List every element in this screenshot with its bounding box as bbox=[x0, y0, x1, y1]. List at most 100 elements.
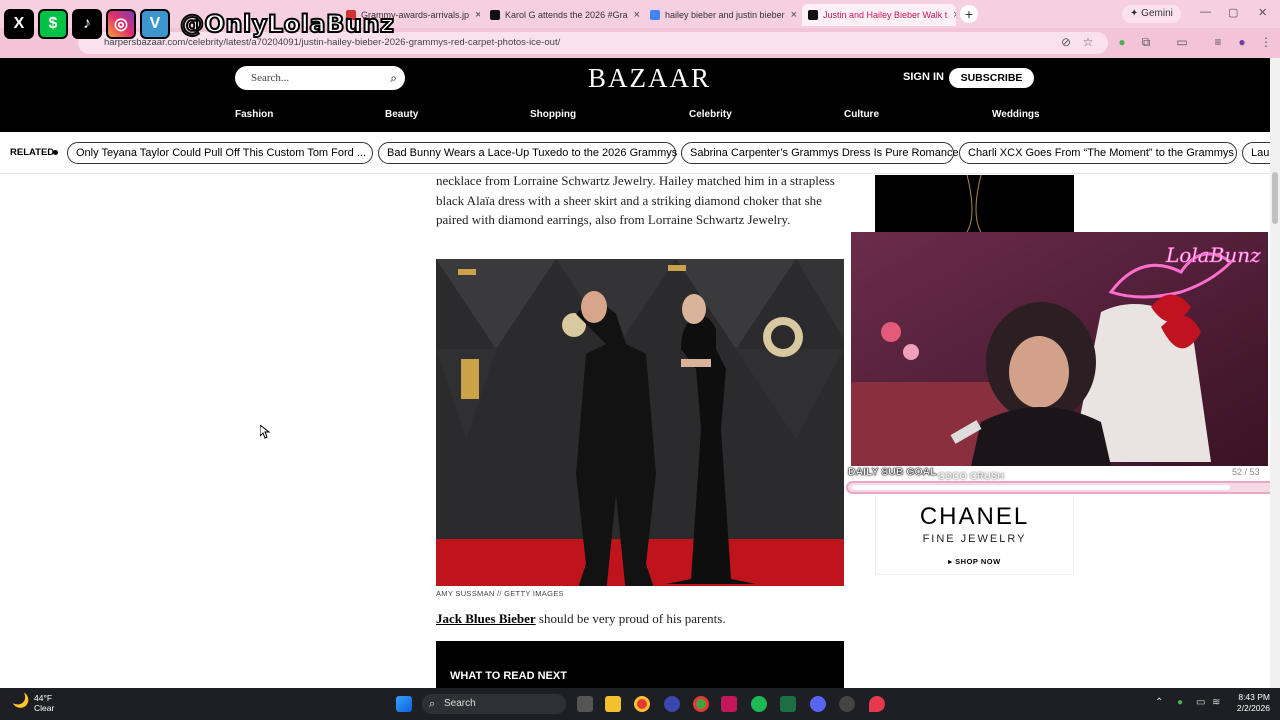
related-link-3[interactable]: Sabrina Carpenter’s Grammys Dress Is Pur… bbox=[681, 142, 959, 164]
tab-favicon bbox=[650, 10, 660, 20]
necklace-image bbox=[966, 174, 982, 233]
browser-tab-4[interactable]: Justin and Hailey Bieber Walk t × bbox=[802, 4, 956, 26]
windows-start-icon[interactable] bbox=[396, 696, 412, 712]
tab-title: hailey bieber and justin bieber bbox=[665, 10, 785, 20]
tab-close-icon[interactable]: × bbox=[947, 9, 956, 21]
paragraph-text: should be very proud of his parents. bbox=[535, 611, 726, 626]
tray-chevron-icon[interactable]: ⌃ bbox=[1155, 697, 1163, 708]
clock-date: 2/2/2026 bbox=[1236, 703, 1270, 713]
search-icon[interactable]: ⌕ bbox=[390, 66, 397, 90]
ad-subtitle: FINE JEWELRY bbox=[922, 533, 1027, 545]
nav-beauty[interactable]: Beauty bbox=[385, 109, 418, 120]
sub-goal-count: 52 / 53 bbox=[1232, 467, 1260, 477]
related-link-2[interactable]: Bad Bunny Wears a Lace-Up Tuxedo to the … bbox=[378, 142, 677, 164]
photo-credit: AMY SUSSMAN // GETTY IMAGES bbox=[436, 589, 564, 598]
ad-shop-now-link[interactable]: ▸ SHOP NOW bbox=[876, 557, 1073, 566]
subscribe-button[interactable]: SUBSCRIBE bbox=[949, 68, 1034, 88]
search-icon: ⌕ bbox=[429, 698, 436, 710]
downloads-icon[interactable]: ≡ bbox=[1210, 34, 1226, 50]
eye-off-icon[interactable]: ⊘ bbox=[1058, 34, 1074, 50]
minimize-icon[interactable]: — bbox=[1200, 6, 1211, 18]
taskbar-search[interactable]: ⌕ Search bbox=[422, 694, 566, 714]
tab-title: Justin and Hailey Bieber Walk t bbox=[823, 10, 948, 20]
neon-sign-text: LolaBunz bbox=[1165, 243, 1261, 267]
puzzle-icon[interactable]: ⧉ bbox=[1138, 34, 1154, 50]
social-overlay: X $ ♪ ◎ V @OnlyLolaBunz bbox=[4, 6, 395, 42]
moon-icon: 🌙 bbox=[12, 692, 30, 708]
close-window-icon[interactable]: ✕ bbox=[1258, 6, 1267, 19]
browser-tab-2[interactable]: Karol G attends the 2026 #Gra × bbox=[484, 4, 640, 26]
nav-shopping[interactable]: Shopping bbox=[530, 109, 576, 120]
sub-goal-progress-bar bbox=[846, 481, 1278, 494]
nav-weddings[interactable]: Weddings bbox=[992, 109, 1040, 120]
site-logo[interactable]: BAZAAR bbox=[588, 63, 711, 94]
nav-fashion[interactable]: Fashion bbox=[235, 109, 273, 120]
sub-goal-progress-fill bbox=[852, 485, 1230, 490]
x-icon: X bbox=[4, 9, 34, 39]
wifi-icon[interactable]: ≋ bbox=[1212, 697, 1220, 708]
scrollbar-thumb[interactable] bbox=[1272, 172, 1278, 224]
snipping-tool-icon[interactable] bbox=[721, 696, 737, 712]
tab-title: Karol G attends the 2026 #Gra bbox=[505, 10, 628, 20]
app-icon[interactable] bbox=[664, 696, 680, 712]
related-dot bbox=[53, 150, 58, 155]
sidebar-icon[interactable]: ▭ bbox=[1174, 34, 1190, 50]
maximize-icon[interactable]: ▢ bbox=[1228, 6, 1238, 19]
task-view-icon[interactable] bbox=[577, 696, 593, 712]
location-pin-icon[interactable] bbox=[869, 696, 885, 712]
extension-icon[interactable]: ● bbox=[1114, 34, 1130, 50]
tab-close-icon[interactable]: × bbox=[785, 9, 797, 21]
microphone-icon[interactable]: ● bbox=[1177, 697, 1183, 708]
obs-icon[interactable] bbox=[839, 696, 855, 712]
taskbar-search-placeholder: Search bbox=[444, 698, 476, 709]
search-placeholder: Search... bbox=[251, 72, 290, 84]
kebab-menu-icon[interactable]: ⋮ bbox=[1258, 34, 1274, 50]
article-paragraph: necklace from Lorraine Schwartz Jewelry.… bbox=[436, 173, 835, 227]
venmo-icon: V bbox=[140, 9, 170, 39]
sign-in-link[interactable]: SIGN IN bbox=[903, 71, 944, 83]
related-label: RELATED bbox=[10, 147, 55, 158]
chrome-profile-icon[interactable] bbox=[693, 696, 709, 712]
chanel-ad[interactable]: CHANEL FINE JEWELRY ▸ SHOP NOW bbox=[875, 490, 1074, 575]
browser-tab-3[interactable]: hailey bieber and justin bieber × bbox=[644, 4, 798, 26]
read-next-heading: WHAT TO READ NEXT bbox=[450, 670, 567, 682]
sub-goal-name: COCO CRUSH bbox=[938, 471, 1005, 481]
file-explorer-icon[interactable] bbox=[605, 696, 621, 712]
page-scrollbar[interactable] bbox=[1270, 58, 1280, 688]
cashapp-icon: $ bbox=[38, 9, 68, 39]
related-link-4[interactable]: Charli XCX Goes From “The Moment” to the… bbox=[959, 142, 1237, 164]
ad-banner-top[interactable] bbox=[875, 174, 1074, 233]
excel-icon[interactable] bbox=[780, 696, 796, 712]
display-icon[interactable]: ▭ bbox=[1196, 697, 1205, 708]
ad-brand: CHANEL bbox=[919, 503, 1030, 530]
jack-blues-bieber-link[interactable]: Jack Blues Bieber bbox=[436, 611, 536, 626]
taskbar-clock[interactable]: 8:43 PM 2/2/2026 bbox=[1226, 692, 1270, 714]
nav-culture[interactable]: Culture bbox=[844, 109, 879, 120]
instagram-icon: ◎ bbox=[106, 9, 136, 39]
tiktok-icon: ♪ bbox=[72, 9, 102, 39]
gemini-button[interactable]: ✦ Gemini bbox=[1122, 5, 1181, 23]
what-to-read-next-section: WHAT TO READ NEXT bbox=[436, 641, 844, 689]
tab-close-icon[interactable]: × bbox=[628, 9, 640, 21]
tab-favicon bbox=[490, 10, 500, 20]
weather-condition: Clear bbox=[34, 703, 55, 713]
nav-celebrity[interactable]: Celebrity bbox=[689, 109, 732, 120]
clock-time: 8:43 PM bbox=[1238, 692, 1270, 702]
sub-goal-label: DAILY SUB GOAL bbox=[848, 466, 937, 478]
discord-icon[interactable] bbox=[810, 696, 826, 712]
tab-favicon bbox=[808, 10, 818, 20]
streamer-handle: @OnlyLolaBunz bbox=[179, 9, 395, 39]
new-tab-button[interactable]: + bbox=[960, 5, 978, 23]
gemini-label: Gemini bbox=[1141, 8, 1173, 19]
chrome-icon[interactable] bbox=[634, 696, 650, 712]
related-link-1[interactable]: Only Teyana Taylor Could Pull Off This C… bbox=[67, 142, 373, 164]
weather-temperature: 44°F bbox=[34, 693, 53, 703]
webcam-overlay: LolaBunz bbox=[851, 232, 1268, 466]
site-search-input[interactable]: Search... ⌕ bbox=[235, 66, 405, 90]
spotify-icon[interactable] bbox=[751, 696, 767, 712]
tab-close-icon[interactable]: × bbox=[469, 9, 480, 21]
bookmark-star-icon[interactable]: ☆ bbox=[1080, 34, 1096, 50]
mouse-cursor-icon bbox=[260, 425, 270, 439]
profile-avatar[interactable]: ● bbox=[1234, 34, 1250, 50]
hero-photo bbox=[436, 259, 844, 586]
